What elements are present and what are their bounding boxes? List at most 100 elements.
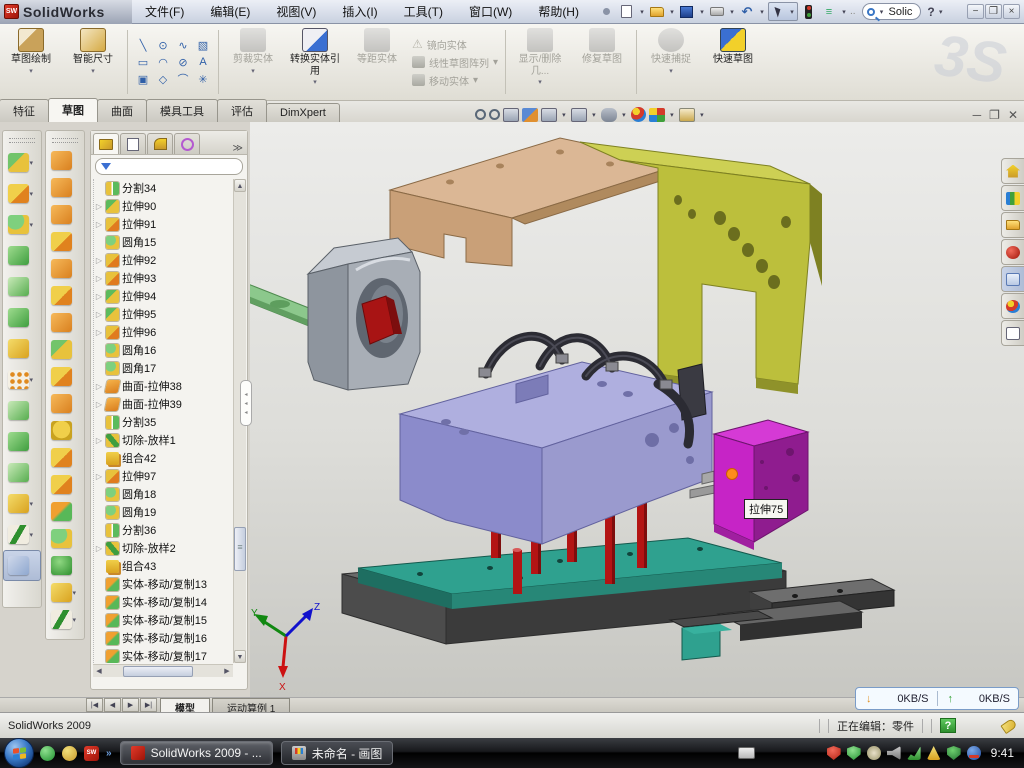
help-icon[interactable]: ? — [927, 5, 934, 19]
mirror-entities-button[interactable]: ⚠镜向实体 — [412, 37, 498, 52]
slider-rod[interactable] — [250, 280, 314, 328]
combine-bodies[interactable] — [46, 363, 84, 390]
tree-item[interactable]: 实体-移动/复制14 — [95, 593, 233, 611]
property-manager-tab[interactable] — [120, 133, 146, 154]
section-view-icon[interactable] — [522, 108, 538, 122]
rebuild-traffic-light-icon[interactable] — [800, 3, 818, 20]
view-orientation-icon[interactable] — [541, 108, 557, 122]
box[interactable] — [46, 444, 84, 471]
repair-sketch-button[interactable]: 修复草图 — [571, 24, 633, 100]
tree-item[interactable]: ▷ 拉伸95 — [95, 305, 233, 323]
move-face[interactable] — [46, 147, 84, 174]
move-entities-button[interactable]: 移动实体▾ — [412, 73, 498, 88]
antivirus-shield-icon[interactable] — [827, 746, 841, 760]
expand-arrow-icon[interactable]: ▷ — [95, 328, 103, 337]
tree-item[interactable]: 组合43 — [95, 557, 233, 575]
wrap[interactable] — [46, 471, 84, 498]
previous-view-icon[interactable] — [503, 108, 519, 122]
extruded-boss[interactable]: ▾ — [3, 147, 41, 178]
open-icon[interactable] — [648, 3, 666, 20]
start-button[interactable] — [4, 738, 34, 768]
move-copy-body[interactable] — [46, 498, 84, 525]
scroll-left-icon[interactable]: ◀ — [93, 667, 105, 675]
sketch-button[interactable]: 草图绘制 ▾ — [0, 24, 62, 100]
zoom-fit-icon[interactable] — [475, 109, 486, 120]
point-icon[interactable]: ✳ — [193, 71, 213, 88]
tree-item[interactable]: ▷ 拉伸94 — [95, 287, 233, 305]
home-tab[interactable] — [1001, 158, 1024, 184]
network-signal-icon[interactable] — [907, 746, 921, 760]
smart-dimension-button[interactable]: 智能尺寸 ▾ — [62, 24, 124, 100]
circle-icon[interactable]: ⊙ — [153, 37, 173, 54]
search-dropdown-icon[interactable]: ▾ — [878, 8, 886, 16]
security-shield-icon[interactable] — [847, 746, 861, 760]
split-body[interactable] — [46, 525, 84, 552]
tag-icon[interactable] — [1000, 717, 1017, 733]
apply-scene-icon[interactable] — [649, 108, 665, 122]
expand-arrow-icon[interactable]: ▷ — [95, 256, 103, 265]
rib[interactable] — [3, 395, 41, 426]
ribbon-tab[interactable]: 曲面 — [97, 99, 147, 122]
ellipse-icon[interactable]: ⊘ — [173, 54, 193, 71]
core-block[interactable] — [400, 362, 739, 544]
dimxpert-manager-tab[interactable] — [174, 133, 200, 154]
reference-geometry[interactable] — [3, 333, 41, 364]
scroll-right-icon[interactable]: ▶ — [221, 667, 233, 675]
convert-entities-button[interactable]: 转换实体引用 ▾ — [284, 24, 346, 100]
expand-arrow-icon[interactable]: ▷ — [95, 382, 103, 391]
tree-item[interactable]: 实体-移动/复制16 — [95, 629, 233, 647]
h-scrollbar-thumb[interactable] — [123, 666, 193, 677]
text-icon[interactable]: A — [193, 54, 213, 71]
tree-item[interactable]: ▷ 拉伸96 — [95, 323, 233, 341]
rectangle-icon[interactable]: ▭ — [133, 54, 153, 71]
scroll-up-icon[interactable]: ▲ — [234, 179, 246, 192]
doc-close-button[interactable]: ✕ — [1008, 108, 1018, 122]
hide-show-items-icon[interactable] — [601, 108, 617, 122]
vcr-button[interactable]: ▶| — [140, 698, 157, 712]
dome[interactable] — [46, 228, 84, 255]
reference-sparkle[interactable]: ▾ — [46, 579, 84, 606]
tree-item[interactable]: 组合42 — [95, 449, 233, 467]
tree-item[interactable]: ▷ 切除-放样1 — [95, 431, 233, 449]
tree-item[interactable]: 圆角19 — [95, 503, 233, 521]
tree-item[interactable]: ▷ 拉伸92 — [95, 251, 233, 269]
expand-arrow-icon[interactable]: ▷ — [95, 544, 103, 553]
save-icon[interactable] — [678, 3, 696, 20]
tree-item[interactable]: 分割35 — [95, 413, 233, 431]
design-library-tab[interactable] — [1001, 185, 1024, 211]
solidworks-resources-tab[interactable] — [1001, 239, 1024, 265]
quick-launch-icon[interactable] — [62, 746, 77, 761]
vcr-button[interactable]: |◀ — [86, 698, 103, 712]
appearances-tab[interactable] — [1001, 293, 1024, 319]
spline-icon[interactable]: ∿ — [173, 37, 193, 54]
select-cursor-icon[interactable] — [770, 3, 788, 20]
tree-item[interactable]: 实体-移动/复制17 — [95, 647, 233, 663]
expand-arrow-icon[interactable]: ▷ — [95, 400, 103, 409]
menu-item[interactable]: 工具(T) — [391, 0, 456, 24]
tree-item[interactable]: ▷ 拉伸90 — [95, 197, 233, 215]
tree-item[interactable]: 圆角17 — [95, 359, 233, 377]
ribbon-tab[interactable]: DimXpert — [266, 103, 340, 122]
sync-blocked-icon[interactable] — [967, 746, 981, 760]
scroll-down-icon[interactable]: ▼ — [234, 650, 246, 663]
search-input[interactable]: Solic — [889, 6, 913, 18]
warning-icon[interactable] — [927, 746, 941, 760]
measure[interactable] — [3, 550, 41, 581]
task-button[interactable]: SolidWorks 2009 - ... — [120, 741, 273, 765]
file-explorer-tab[interactable] — [1001, 212, 1024, 238]
expand-arrow-icon[interactable]: ▷ — [95, 292, 103, 301]
flex[interactable] — [46, 255, 84, 282]
ribbon-tab[interactable]: 评估 — [217, 99, 267, 122]
defender-shield-icon[interactable] — [947, 746, 961, 760]
sweep-surface[interactable] — [46, 201, 84, 228]
extruded-cut[interactable]: ▾ — [3, 178, 41, 209]
swept-boss[interactable] — [3, 240, 41, 271]
menu-item[interactable]: 编辑(E) — [197, 0, 263, 24]
open-dropdown-icon[interactable]: ▾ — [668, 8, 676, 16]
linear-pattern[interactable]: ▾ — [3, 364, 41, 395]
expand-arrow-icon[interactable]: ▷ — [95, 220, 103, 229]
expand-arrow-icon[interactable]: ▷ — [95, 202, 103, 211]
menu-item[interactable]: 视图(V) — [263, 0, 329, 24]
undo-dropdown-icon[interactable]: ▾ — [758, 8, 766, 16]
menu-item[interactable]: 文件(F) — [132, 0, 197, 24]
